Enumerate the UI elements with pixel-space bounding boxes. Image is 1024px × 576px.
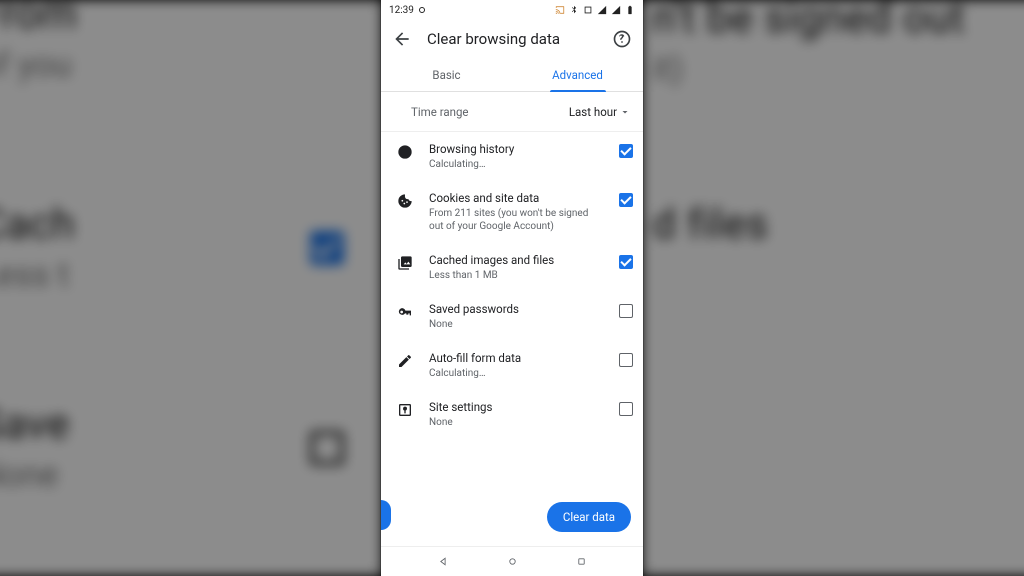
checkbox-passwords[interactable]: [619, 304, 633, 318]
checkbox-checked-icon: [310, 231, 344, 265]
checkbox-history[interactable]: [619, 144, 633, 158]
checkbox-cache[interactable]: [619, 255, 633, 269]
tab-advanced[interactable]: Advanced: [512, 58, 643, 91]
help-icon: [612, 29, 632, 49]
clock-icon: [395, 142, 415, 160]
signal-icon: [611, 5, 621, 15]
arrow-back-icon: [392, 29, 412, 49]
page-title: Clear browsing data: [427, 30, 597, 48]
signal-off-icon: [597, 5, 607, 15]
image-stack-icon: [395, 253, 415, 271]
cast-icon: [555, 5, 565, 15]
cookie-icon: [395, 191, 415, 209]
nav-home[interactable]: [505, 555, 519, 569]
row-browsing-history[interactable]: Browsing historyCalculating…: [381, 132, 643, 181]
checkbox-site-settings[interactable]: [619, 402, 633, 416]
row-site-settings[interactable]: Site settingsNone: [381, 390, 643, 439]
footer: Clear data: [381, 494, 643, 546]
circle-home-icon: [506, 555, 519, 568]
key-icon: [395, 302, 415, 320]
tab-bar: Basic Advanced: [381, 58, 643, 92]
nav-recent[interactable]: [574, 555, 588, 569]
fab-peek: [381, 500, 391, 530]
row-cache[interactable]: Cached images and filesLess than 1 MB: [381, 243, 643, 292]
battery-icon: [625, 5, 635, 15]
square-recent-icon: [575, 555, 588, 568]
bluetooth-icon: [569, 5, 579, 15]
triangle-back-icon: [437, 555, 450, 568]
status-bar: 12:39: [381, 0, 643, 20]
status-dot-icon: [419, 7, 425, 13]
time-range-selector[interactable]: Time range Last hour: [381, 92, 643, 132]
checkbox-cookies[interactable]: [619, 193, 633, 207]
clear-data-button[interactable]: Clear data: [547, 502, 631, 532]
time-range-label: Time range: [411, 105, 469, 119]
phone-frame: 12:39 Clear browsing data Basic: [381, 0, 643, 576]
title-bar: Clear browsing data: [381, 20, 643, 58]
row-autofill[interactable]: Auto-fill form dataCalculating…: [381, 341, 643, 390]
options-list: Browsing historyCalculating… Cookies and…: [381, 132, 643, 494]
nav-back[interactable]: [436, 555, 450, 569]
help-button[interactable]: [611, 28, 633, 50]
checkbox-unchecked-icon: [310, 431, 344, 465]
pencil-icon: [395, 351, 415, 369]
status-time: 12:39: [389, 5, 414, 16]
back-button[interactable]: [391, 28, 413, 50]
time-range-value: Last hour: [569, 105, 617, 119]
row-cookies[interactable]: Cookies and site dataFrom 211 sites (you…: [381, 181, 643, 243]
tab-basic[interactable]: Basic: [381, 58, 512, 91]
row-passwords[interactable]: Saved passwordsNone: [381, 292, 643, 341]
checkbox-autofill[interactable]: [619, 353, 633, 367]
site-settings-icon: [395, 400, 415, 418]
system-nav-bar: [381, 546, 643, 576]
nfc-icon: [583, 5, 593, 15]
chevron-down-icon: [619, 106, 631, 118]
